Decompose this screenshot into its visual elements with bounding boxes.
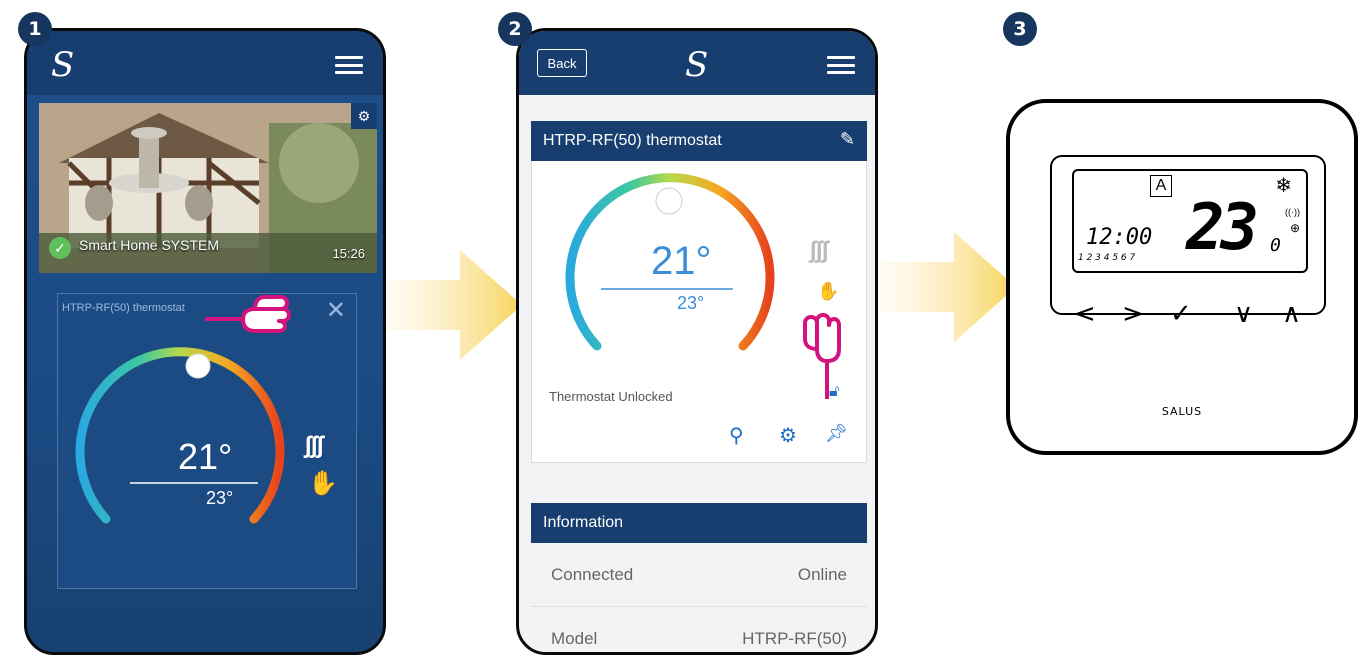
lock-status: Thermostat Unlocked	[549, 389, 673, 404]
pencil-icon[interactable]: ✎	[840, 129, 855, 150]
app-header: S	[27, 31, 383, 95]
heat-icon: ʃʃʃ	[304, 432, 324, 459]
heat-icon: ʃʃʃ	[809, 237, 829, 264]
step-badge-1: 1	[18, 12, 52, 46]
snowflake-icon: ❄	[1275, 175, 1292, 197]
current-temp: 23°	[206, 488, 234, 508]
key-confirm[interactable]: ✓	[1170, 299, 1192, 329]
lcd-temperature-decimal: 0	[1270, 235, 1281, 256]
information-header: Information	[531, 503, 867, 543]
lcd-time: 12:00	[1086, 225, 1153, 250]
mode-indicator: A	[1150, 175, 1172, 197]
antenna-icon: ((·))	[1285, 207, 1300, 217]
info-key: Model	[551, 629, 598, 648]
search-icon[interactable]: ⚲	[729, 423, 744, 448]
step-arrow-2	[880, 232, 1016, 342]
key-right[interactable]: >	[1122, 299, 1144, 329]
info-value: HTRP-RF(50)	[742, 629, 847, 648]
gear-icon[interactable]: ⚙	[779, 423, 797, 448]
lcd-temperature: 23	[1186, 191, 1259, 265]
gear-icon[interactable]: ⚙	[351, 103, 377, 129]
step-badge-3: 3	[1003, 12, 1037, 46]
phone-screen-1: S ⚙ ✓ Smart Home SYSTEM 15:26 HTRP-RF(50…	[24, 28, 386, 655]
step-arrow-1	[386, 250, 522, 360]
brand-logo: SALUS	[1161, 405, 1203, 418]
logo-icon: S	[685, 45, 709, 85]
panel-header: HTRP-RF(50) thermostat ✎	[531, 121, 867, 161]
setpoint-temp: 21°	[651, 239, 712, 283]
info-row-model: Model HTRP-RF(50)	[531, 607, 867, 652]
camera-time: 15:26	[332, 246, 365, 261]
setpoint-temp: 21°	[178, 436, 233, 477]
camera-tile[interactable]: ⚙ ✓ Smart Home SYSTEM 15:26	[39, 103, 377, 273]
check-icon: ✓	[49, 237, 71, 259]
step-badge-2: 2	[498, 12, 532, 46]
menu-icon[interactable]	[827, 56, 855, 74]
phone-screen-2: Back S HTRP-RF(50) thermostat ✎ 21° 23° …	[516, 28, 878, 655]
info-row-connected: Connected Online	[531, 543, 867, 607]
pointer-hand-icon	[803, 313, 841, 399]
info-key: Connected	[551, 565, 634, 584]
key-down[interactable]: ∨	[1234, 299, 1253, 329]
key-left[interactable]: <	[1074, 299, 1096, 329]
hand-icon: ✋	[817, 281, 840, 301]
back-button[interactable]: Back	[537, 49, 587, 77]
pin-icon[interactable]: 📌︎	[825, 423, 848, 444]
lcd-frame: A ❄ 12:00 1 2 3 4 5 6 7 23 0 ((·)) ⊕	[1050, 155, 1326, 315]
instruction-figure: 1 2 3 S ⚙ ✓ Smart Home SYSTEM 15:26 HTRP…	[0, 0, 1364, 657]
menu-icon[interactable]	[335, 56, 363, 74]
hand-icon: ✋	[308, 470, 338, 497]
thermostat-device: A ❄ 12:00 1 2 3 4 5 6 7 23 0 ((·)) ⊕ < >…	[1006, 99, 1358, 455]
current-temp: 23°	[677, 293, 705, 313]
camera-caption: Smart Home SYSTEM	[79, 237, 220, 253]
panel-title: HTRP-RF(50) thermostat	[543, 132, 722, 149]
lcd-screen: A ❄ 12:00 1 2 3 4 5 6 7 23 0 ((·)) ⊕	[1072, 169, 1308, 273]
key-up[interactable]: ∧	[1282, 299, 1301, 329]
globe-icon: ⊕	[1289, 221, 1300, 235]
app-header: Back S	[519, 31, 875, 95]
info-value: Online	[797, 565, 847, 584]
pointer-hand-icon	[205, 295, 291, 333]
lcd-days: 1 2 3 4 5 6 7	[1078, 253, 1136, 263]
logo-icon: S	[51, 45, 75, 85]
